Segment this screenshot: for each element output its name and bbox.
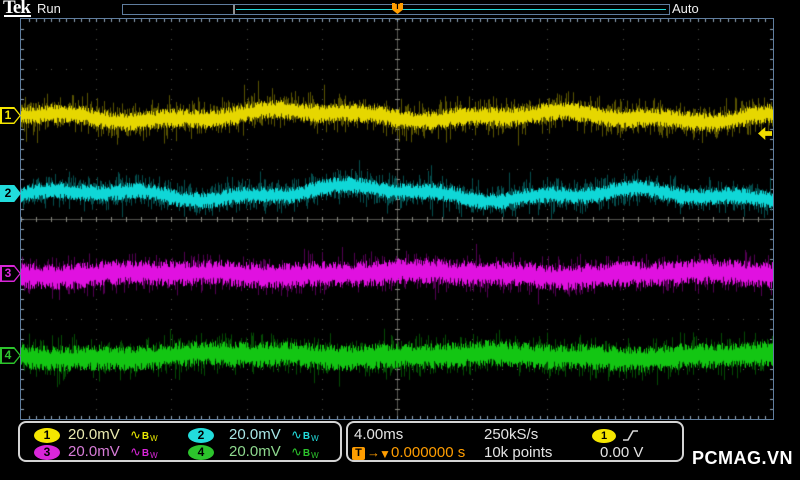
channel-3-marker-label: 3	[4, 266, 12, 280]
rising-edge-icon	[623, 430, 638, 441]
record-preview-line	[236, 9, 666, 10]
ac-coupling-icon: ∿	[291, 427, 303, 442]
channel-4-scale: 20.0mV	[229, 443, 281, 460]
tek-logo: Tek	[3, 0, 31, 19]
channel-4-marker: 4	[0, 347, 21, 364]
graticule	[20, 18, 774, 420]
ac-coupling-icon: ∿	[130, 427, 142, 442]
horizontal-trigger-readout-box: 4.00ms 250kS/s 1 T → ▼ 0.000000 s 10k po…	[346, 421, 684, 462]
bandwidth-limit-icon: B	[302, 431, 312, 442]
channel-readout-box: 1 20.0mV ∿BW 2 20.0mV ∿BW 3 20.0mV ∿BW 4…	[18, 421, 342, 462]
horizontal-scale: 4.00ms	[354, 426, 404, 443]
channel-1-marker: 1	[0, 107, 21, 124]
trigger-level: 0.00 V	[600, 444, 644, 461]
channel-3-coupling-bandwidth-icons: ∿BW	[130, 444, 159, 460]
record-window-divider	[233, 5, 235, 14]
channel-2-badge: 2	[188, 428, 214, 443]
ac-coupling-icon: ∿	[130, 444, 142, 459]
watermark: PCMAG.VN	[692, 448, 794, 468]
channel-3-marker: 3	[0, 265, 21, 282]
channel-4-marker-label: 4	[4, 348, 12, 362]
sample-rate: 250kS/s	[484, 426, 539, 443]
channel-4-badge: 4	[188, 445, 214, 460]
bandwidth-limit-icon: B	[302, 448, 312, 459]
channel-2-marker-label: 2	[4, 186, 12, 200]
channel-3-scale: 20.0mV	[68, 443, 120, 460]
trigger-cursor-icon: ▼	[379, 447, 391, 461]
channel-1-badge: 1	[34, 428, 60, 443]
channel-1-scale: 20.0mV	[68, 426, 120, 443]
bandwidth-limit-icon: B	[141, 448, 151, 459]
acquisition-status: Run	[37, 1, 61, 16]
record-trigger-marker-icon: T	[392, 3, 403, 14]
trigger-position: 0.000000 s	[391, 444, 466, 461]
channel-4-coupling-bandwidth-icons: ∿BW	[291, 444, 320, 460]
record-view-bar: T	[122, 3, 670, 15]
trigger-t-icon: T	[352, 447, 365, 460]
channel-1-marker-label: 1	[4, 108, 12, 122]
waveform-canvas	[21, 19, 773, 419]
bandwidth-limit-icon: B	[141, 431, 151, 442]
oscilloscope-screen: Tek Run Auto T T 1 2 3 4 1 20.0mV ∿BW 2 …	[0, 0, 800, 480]
trigger-mode-status: Auto	[672, 1, 699, 16]
channel-2-marker: 2	[0, 185, 21, 202]
trigger-source-badge: 1	[592, 429, 616, 443]
channel-2-scale: 20.0mV	[229, 426, 281, 443]
ac-coupling-icon: ∿	[291, 444, 303, 459]
record-length: 10k points	[484, 444, 553, 461]
channel-3-badge: 3	[34, 445, 60, 460]
